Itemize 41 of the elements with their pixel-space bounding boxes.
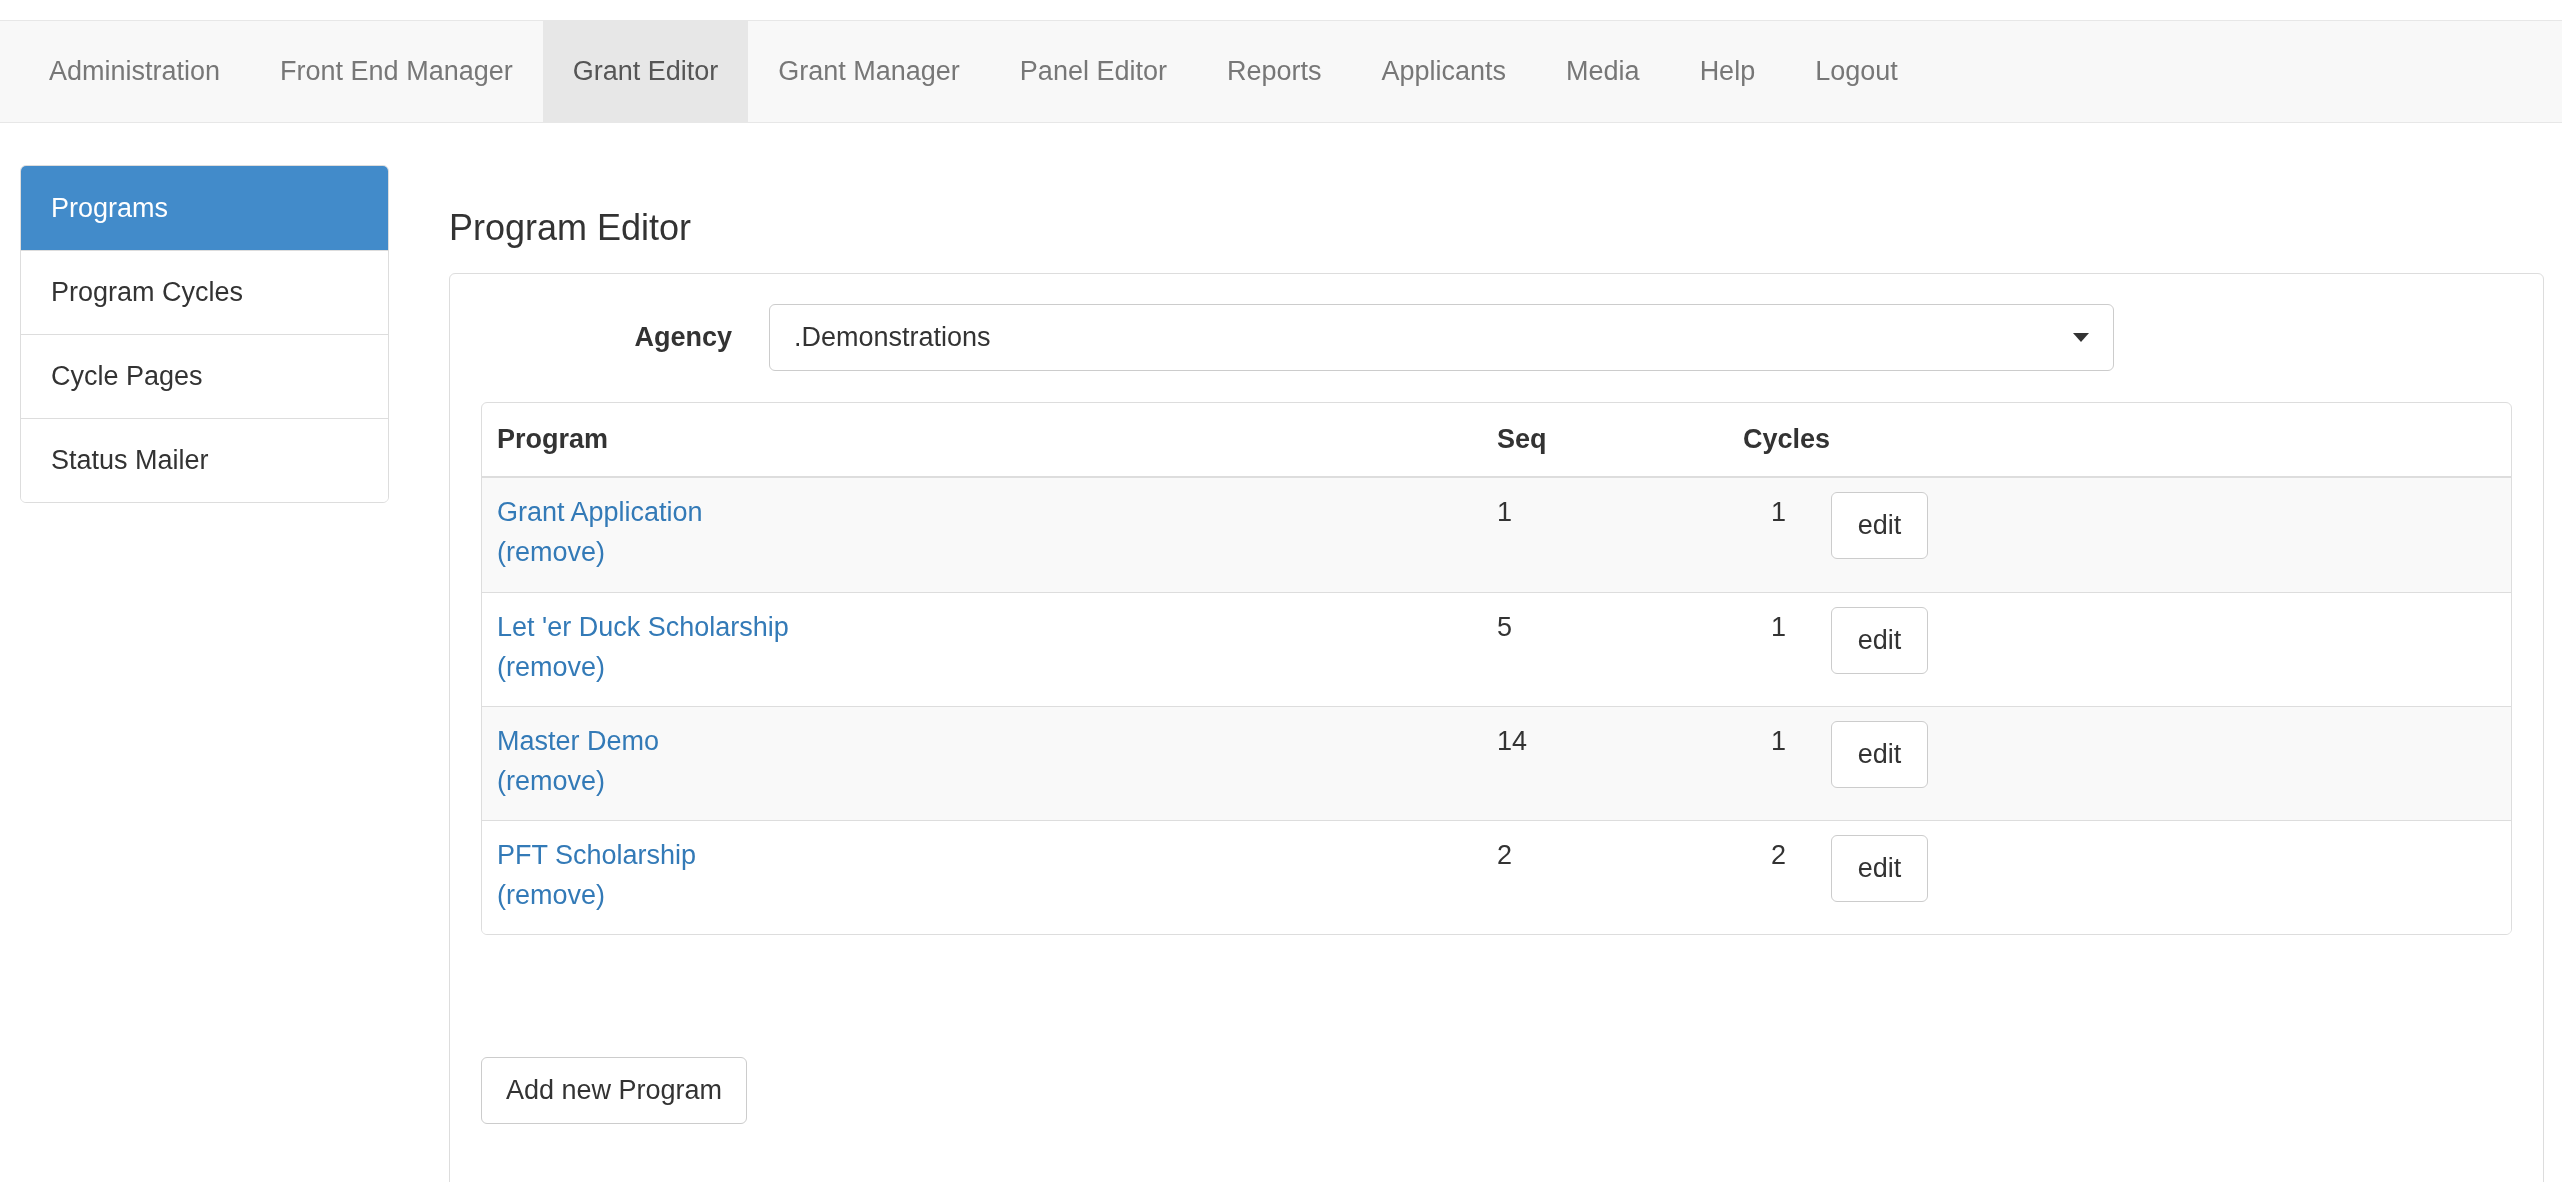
agency-select[interactable]: .Demonstrations [769,304,2114,371]
seq-cell: 5 [1497,612,1513,642]
remove-link[interactable]: (remove) [497,647,605,687]
edit-button[interactable]: edit [1831,835,1928,902]
remove-link[interactable]: (remove) [497,761,605,801]
nav-tab[interactable]: Grant Editor [542,21,749,122]
nav-tab[interactable]: Front End Manager [250,21,543,122]
edit-button[interactable]: edit [1831,607,1928,674]
seq-cell: 2 [1497,840,1513,870]
column-header: Seq [1496,423,1548,457]
nav-tab[interactable]: Help [1669,21,1786,122]
nav-tab[interactable]: Logout [1785,21,1928,122]
column-header: Cycles [1742,423,1832,457]
nav-tab[interactable]: Applicants [1351,21,1537,122]
cycles-cell: 1 [1770,726,1786,756]
sidebar-item[interactable]: Status Mailer [21,418,388,502]
remove-link[interactable]: (remove) [497,875,605,915]
nav-tab[interactable]: Panel Editor [989,21,1197,122]
sidebar-item[interactable]: Programs [21,166,388,250]
nav-tab[interactable]: Grant Manager [748,21,990,122]
nav-tab[interactable]: Reports [1196,21,1352,122]
cycles-cell: 2 [1770,840,1786,870]
add-program-button[interactable]: Add new Program [481,1057,748,1124]
agency-value: .Demonstrations [794,321,991,355]
agency-label: Agency [633,321,733,355]
program-link[interactable]: Let 'er Duck Scholarship [497,607,789,647]
edit-button[interactable]: edit [1831,492,1928,559]
column-header: Program [496,423,610,457]
remove-link[interactable]: (remove) [497,532,605,572]
nav-tab[interactable]: Media [1536,21,1670,122]
edit-button[interactable]: edit [1831,721,1928,788]
program-link[interactable]: Master Demo [497,721,660,761]
program-link[interactable]: Grant Application [497,492,703,532]
seq-cell: 14 [1497,726,1528,756]
nav-tab[interactable]: Administration [19,21,251,122]
seq-cell: 1 [1497,497,1513,527]
page-title: Program Editor [449,206,693,250]
cycles-cell: 1 [1770,612,1786,642]
cycles-cell: 1 [1770,497,1786,527]
program-link[interactable]: PFT Scholarship [497,835,697,875]
caret-icon [2073,333,2089,342]
